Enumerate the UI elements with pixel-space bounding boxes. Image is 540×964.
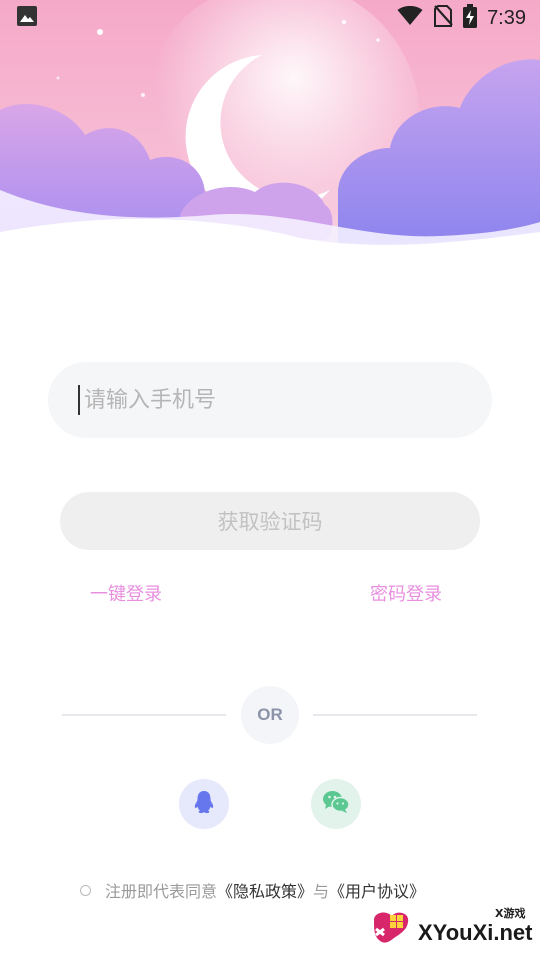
or-divider-badge: OR: [241, 686, 299, 744]
divider-line-right: [313, 714, 477, 716]
battery-charging-icon: [463, 4, 478, 32]
xyouxi-watermark-logo: X游戏 XYouXi.net: [360, 898, 540, 960]
password-login-link[interactable]: 密码登录: [370, 580, 442, 606]
phone-input-container[interactable]: [48, 362, 492, 438]
wechat-login-button[interactable]: [311, 779, 361, 829]
header-illustration: [0, 0, 540, 300]
privacy-policy-link[interactable]: 《隐私政策》: [217, 878, 313, 902]
night-sky-illustration: [0, 0, 540, 300]
agreement-prefix: 注册即代表同意: [105, 882, 218, 901]
wifi-icon: [397, 6, 423, 30]
status-time: 7:39: [487, 6, 526, 29]
phone-number-input[interactable]: [82, 386, 492, 414]
get-verification-code-button[interactable]: 获取验证码: [60, 492, 480, 550]
no-sim-icon: [433, 5, 453, 31]
or-label: OR: [257, 705, 283, 724]
divider-line-left: [62, 714, 226, 716]
qq-penguin-icon: [193, 790, 215, 818]
gallery-icon: [16, 5, 38, 31]
watermark-main-text: XYouXi.net: [418, 920, 533, 945]
watermark-top-text: X游戏: [495, 906, 525, 920]
agreement-conjunction: 与: [313, 882, 330, 901]
wechat-icon: [322, 790, 350, 818]
text-cursor: [78, 385, 80, 415]
qq-login-button[interactable]: [179, 779, 229, 829]
agreement-checkbox[interactable]: [80, 884, 91, 896]
one-click-login-link[interactable]: 一键登录: [90, 580, 162, 606]
status-bar: 7:39: [0, 0, 540, 36]
